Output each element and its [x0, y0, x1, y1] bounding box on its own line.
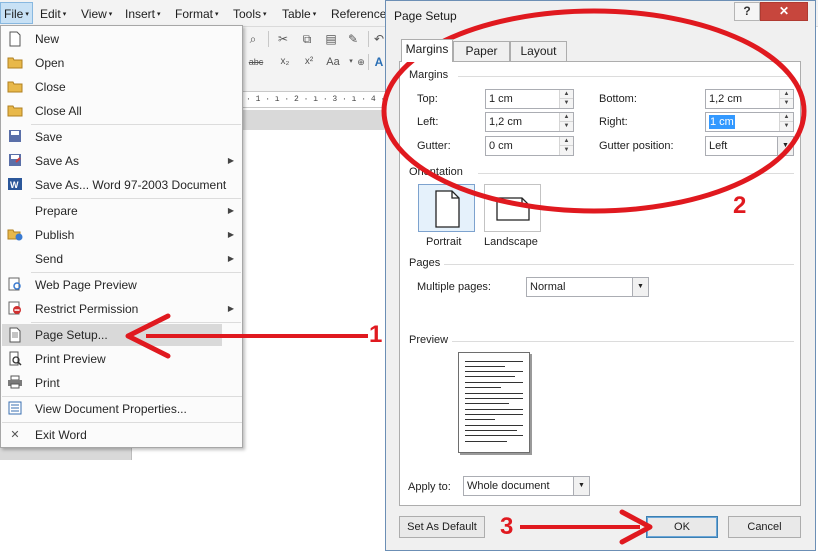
- annotation-overlay: [125, 8, 807, 545]
- annotation-number-3: 3: [500, 513, 514, 540]
- tab-margins[interactable]: Margins: [401, 39, 453, 62]
- annotation-number-2: 2: [733, 192, 747, 219]
- annotation-number-1: 1: [369, 321, 383, 348]
